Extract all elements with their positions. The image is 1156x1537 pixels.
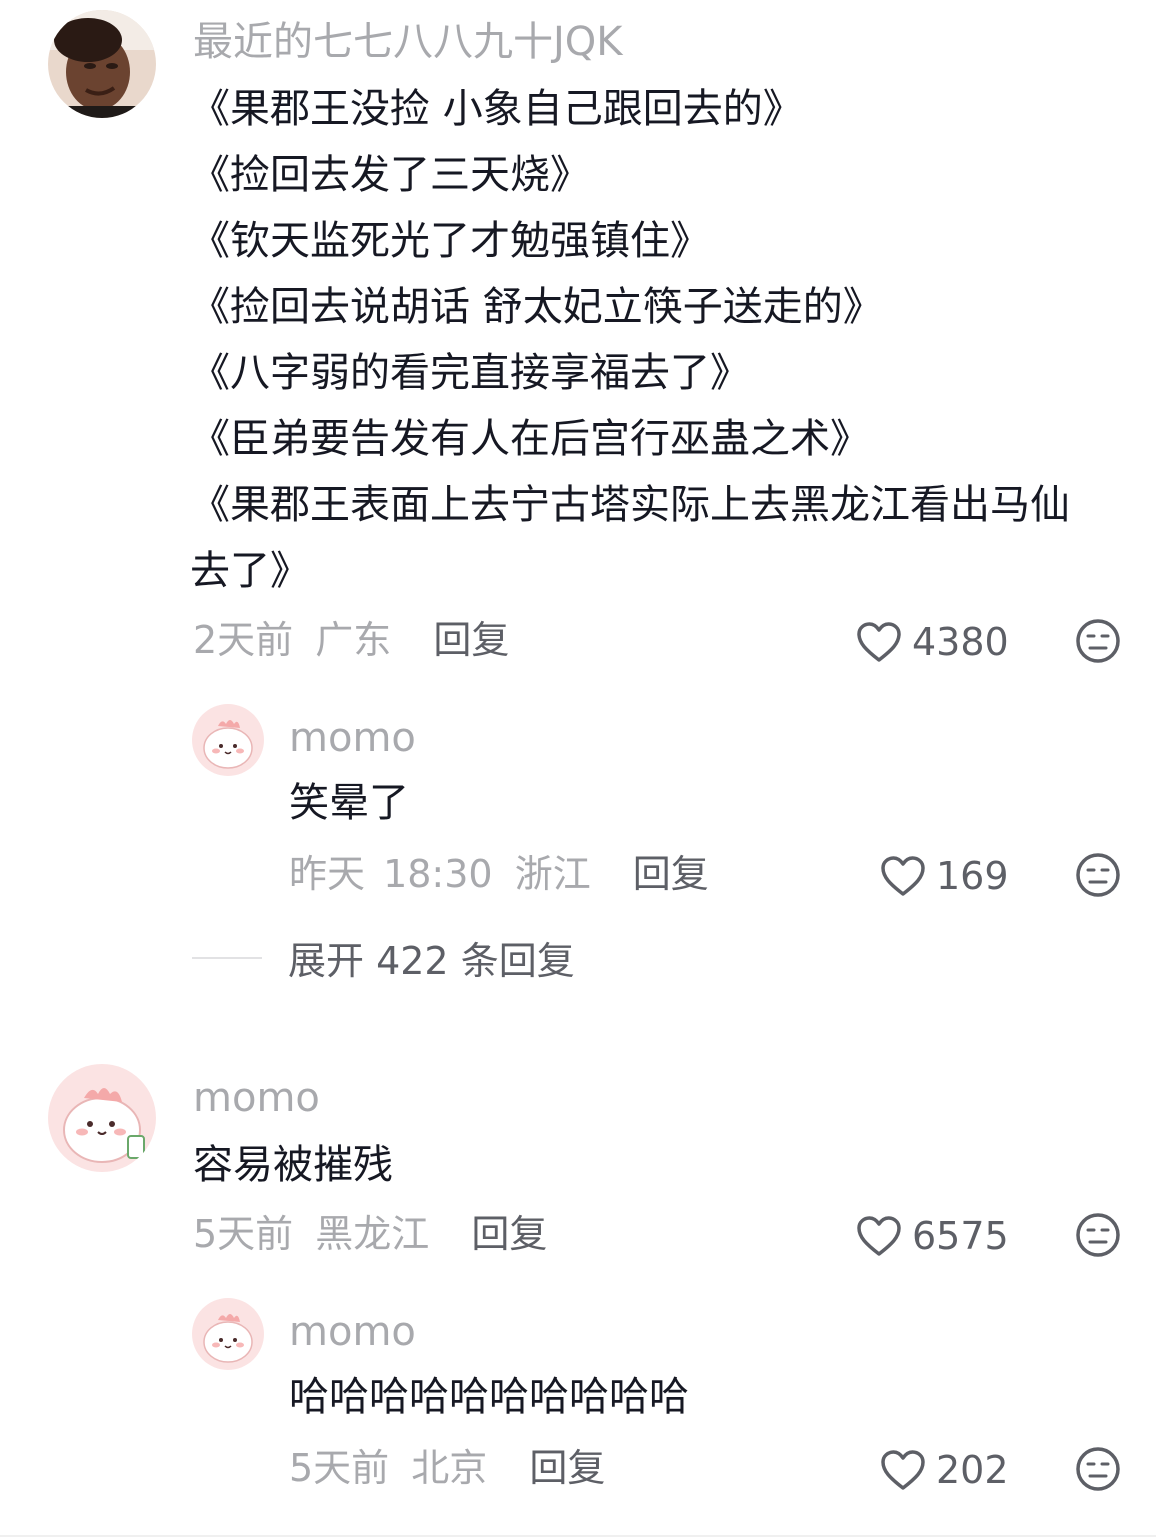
comment-line: 《捡回去说胡话 舒太妃立筷子送走的》	[190, 284, 883, 330]
like-count: 6575	[912, 1214, 1009, 1258]
reply-button[interactable]: 回复	[529, 1446, 605, 1490]
like-button[interactable]: 4380	[856, 620, 1009, 664]
comment-line: 《果郡王表面上去宁古塔实际上去黑龙江看出马仙	[190, 482, 1070, 528]
heart-icon	[881, 1450, 925, 1490]
expand-replies-button[interactable]: 展开 422 条回复	[192, 930, 575, 985]
dislike-button[interactable]	[1075, 1212, 1121, 1258]
heart-icon	[857, 1216, 901, 1256]
comment-location: 广东	[315, 618, 392, 662]
reply-text: 笑晕了	[289, 780, 409, 826]
reply-time: 5天前	[289, 1446, 390, 1490]
like-button[interactable]: 6575	[856, 1214, 1009, 1258]
heart-icon	[857, 622, 901, 662]
meh-face-icon	[1076, 1213, 1120, 1257]
reply-username[interactable]: momo	[289, 716, 416, 760]
reply-meta: 昨天 18:30 浙江 回复	[289, 852, 709, 896]
pink-cartoon-avatar-icon	[48, 1064, 156, 1172]
commenter-username[interactable]: 最近的七七八八九十JQK	[193, 20, 623, 64]
reply-button[interactable]: 回复	[433, 618, 509, 662]
meh-face-icon	[1076, 853, 1120, 897]
expand-replies-label: 展开 422 条回复	[288, 939, 575, 983]
comment-line: 《果郡王没捡 小象自己跟回去的》	[190, 86, 803, 132]
reply-button[interactable]: 回复	[471, 1212, 547, 1256]
reply-avatar[interactable]	[192, 1298, 264, 1370]
like-count: 169	[936, 854, 1009, 898]
meh-face-icon	[1076, 1447, 1120, 1491]
like-button[interactable]: 169	[880, 854, 1009, 898]
dislike-button[interactable]	[1075, 618, 1121, 664]
reply-time: 昨天 18:30	[289, 852, 493, 896]
reply-text: 哈哈哈哈哈哈哈哈哈哈	[289, 1374, 689, 1420]
meh-face-icon	[1076, 619, 1120, 663]
pink-cartoon-avatar-icon	[192, 1298, 264, 1370]
pink-cartoon-avatar-icon	[192, 704, 264, 776]
comment-time: 5天前	[193, 1212, 294, 1256]
reply-button[interactable]: 回复	[633, 852, 709, 896]
reply-meta: 5天前 北京 回复	[289, 1446, 605, 1490]
reply-location: 浙江	[514, 852, 591, 896]
reply-username[interactable]: momo	[289, 1310, 416, 1354]
expand-divider	[192, 956, 262, 959]
comment-location: 黑龙江	[315, 1212, 430, 1256]
comment-line: 去了》	[190, 548, 310, 594]
like-count: 202	[936, 1448, 1009, 1492]
dislike-button[interactable]	[1075, 852, 1121, 898]
comment-time: 2天前	[193, 618, 294, 662]
reply-avatar[interactable]	[192, 704, 264, 776]
comment-text: 容易被摧残	[193, 1132, 393, 1198]
photo-avatar-icon	[48, 10, 156, 118]
comment-meta: 2天前 广东 回复	[193, 618, 509, 662]
comment-line: 《臣弟要告发有人在后宫行巫蛊之术》	[190, 416, 870, 462]
comment-text: 《果郡王没捡 小象自己跟回去的》 《捡回去发了三天烧》 《钦天监死光了才勉强镇住…	[190, 76, 1070, 604]
comment-line: 容易被摧残	[193, 1142, 393, 1188]
commenter-username[interactable]: momo	[193, 1076, 320, 1120]
like-count: 4380	[912, 620, 1009, 664]
comment-line: 《八字弱的看完直接享福去了》	[190, 350, 750, 396]
comment-line: 《钦天监死光了才勉强镇住》	[190, 218, 710, 264]
dislike-button[interactable]	[1075, 1446, 1121, 1492]
like-button[interactable]: 202	[880, 1448, 1009, 1492]
reply-location: 北京	[411, 1446, 488, 1490]
commenter-avatar[interactable]	[48, 10, 156, 118]
heart-icon	[881, 856, 925, 896]
comment-line: 《捡回去发了三天烧》	[190, 152, 590, 198]
comment-meta: 5天前 黑龙江 回复	[193, 1212, 547, 1256]
commenter-avatar[interactable]	[48, 1064, 156, 1172]
